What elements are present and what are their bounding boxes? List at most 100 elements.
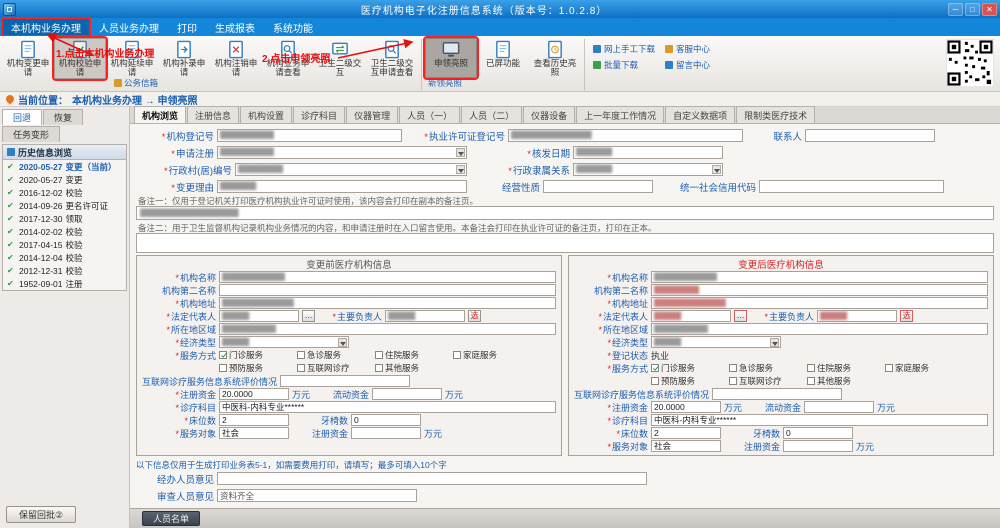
tab-custom-data[interactable]: 自定义数据项 (665, 106, 735, 123)
after-legal-input[interactable]: ██████ (651, 310, 731, 322)
tab-restricted-tech[interactable]: 限制类医疗技术 (736, 106, 815, 123)
checkbox-prevention[interactable]: 预防服务 (219, 362, 295, 374)
checkbox-internet[interactable]: 互联网诊疗 (729, 375, 805, 387)
tab-equipment[interactable]: 仪器设备 (523, 106, 575, 123)
after-target-input[interactable]: 社会 (651, 440, 721, 452)
close-button[interactable]: ✕ (982, 3, 997, 16)
checkbox-outpatient[interactable]: 门诊服务 (219, 349, 295, 361)
license-no-input[interactable]: ██████████████████ (508, 129, 743, 142)
history-item[interactable]: ✔2020-05-27变更 (3, 173, 126, 186)
issue-date-input[interactable]: ████████ (573, 146, 723, 159)
before-target-input[interactable]: 社会 (219, 427, 289, 439)
before-subjects-input[interactable]: 中医科-内科专业****** (219, 401, 556, 413)
history-item[interactable]: ✔2014-02-02校验 (3, 225, 126, 238)
note1-textarea[interactable]: ██████████████████████ (136, 206, 994, 220)
sidebar-tab-rollback[interactable]: 回退 (2, 109, 42, 125)
after-econ-select[interactable]: ██████ (651, 336, 781, 348)
checkbox-inpatient[interactable]: 住院服务 (375, 349, 451, 361)
before-name-input[interactable]: ██████████████ (219, 271, 556, 283)
chevron-down-icon[interactable] (456, 165, 465, 174)
menu-item-print[interactable]: 打印 (168, 18, 206, 36)
menu-item-system[interactable]: 系统功能 (264, 18, 322, 36)
checkbox-other[interactable]: 其他服务 (807, 375, 883, 387)
message-center-button[interactable]: 留言中心 (665, 59, 710, 71)
official-mailbox-link[interactable]: 公务信箱 (114, 77, 158, 89)
chevron-down-icon[interactable] (456, 148, 465, 157)
minimize-button[interactable]: ─ (948, 3, 963, 16)
menu-item-institution-business[interactable]: 本机构业务办理 (2, 18, 90, 36)
note2-textarea[interactable] (136, 233, 994, 253)
history-item[interactable]: ✔2016-12-02校验 (3, 186, 126, 199)
history-item[interactable]: ✔2017-04-15校验 (3, 238, 126, 251)
license-apply-button[interactable]: 申领亮照 (425, 38, 477, 78)
tab-personnel-2[interactable]: 人员（二） (461, 106, 522, 123)
maximize-button[interactable]: □ (965, 3, 980, 16)
chevron-down-icon[interactable] (770, 338, 779, 347)
tab-clinical-subjects[interactable]: 诊疗科目 (293, 106, 345, 123)
batch-download-button[interactable]: 批量下载 (593, 59, 655, 71)
before-econ-select[interactable]: ██████ (219, 336, 349, 348)
before-legal-input[interactable]: ██████ (219, 310, 299, 322)
reason-input[interactable]: ████████ (217, 180, 467, 193)
before-second-name-input[interactable] (219, 284, 556, 296)
checkbox-family[interactable]: 家庭服务 (453, 349, 529, 361)
after-beds-input[interactable]: 2 (651, 427, 721, 439)
before-capital-input[interactable]: 20.0000 (219, 388, 289, 400)
new-license-link[interactable]: 新领亮照 (428, 77, 462, 89)
before-capital2-input[interactable] (351, 427, 421, 439)
tab-institution-view[interactable]: 机构浏览 (134, 106, 186, 123)
before-liquid-input[interactable] (372, 388, 442, 400)
before-principal-input[interactable]: ██████ (385, 310, 465, 322)
tab-instrument-mgmt[interactable]: 仪器管理 (346, 106, 398, 123)
before-beds-input[interactable]: 2 (219, 414, 289, 426)
checkbox-emergency[interactable]: 急诊服务 (729, 362, 805, 374)
checkbox-internet[interactable]: 互联网诊疗 (297, 362, 373, 374)
customer-service-button[interactable]: 客服中心 (665, 43, 710, 55)
history-item[interactable]: ✔1952-09-01注册 (3, 277, 126, 290)
checkbox-prevention[interactable]: 预防服务 (651, 375, 727, 387)
after-internet-input[interactable] (712, 388, 842, 400)
menu-item-personnel-business[interactable]: 人员业务办理 (90, 18, 168, 36)
menu-item-generate-report[interactable]: 生成报表 (206, 18, 264, 36)
after-address-input[interactable]: ████████████████ (651, 297, 988, 309)
chevron-down-icon[interactable] (338, 338, 347, 347)
after-subjects-input[interactable]: 中医科-内科专业****** (651, 414, 988, 426)
after-chairs-input[interactable]: 0 (783, 427, 853, 439)
reg-no-input[interactable]: ████████████ (217, 129, 402, 142)
history-item[interactable]: ✔2014-09-26更名许可证 (3, 199, 126, 212)
before-address-input[interactable]: ████████████████ (219, 297, 556, 309)
credit-code-input[interactable] (759, 180, 944, 193)
tab-institution-setup[interactable]: 机构设置 (240, 106, 292, 123)
tab-registration-info[interactable]: 注册信息 (187, 106, 239, 123)
after-principal-input[interactable]: ██████ (817, 310, 897, 322)
institution-cancel-apply-button[interactable]: 机构注销申请 (210, 38, 262, 79)
tab-personnel-1[interactable]: 人员（一） (399, 106, 460, 123)
operator-opinion-input[interactable] (217, 472, 647, 485)
after-liquid-input[interactable] (804, 401, 874, 413)
after-name-input[interactable]: ██████████████ (651, 271, 988, 283)
after-region-input[interactable]: ████████████ (651, 323, 988, 335)
before-region-input[interactable]: ████████████ (219, 323, 556, 335)
reviewer-opinion-input[interactable]: 资料齐全 (217, 489, 417, 502)
chevron-down-icon[interactable] (712, 165, 721, 174)
history-item[interactable]: ✔2014-12-04校验 (3, 251, 126, 264)
before-chairs-input[interactable]: 0 (351, 414, 421, 426)
pick-button[interactable]: 选 (468, 310, 481, 322)
history-license-view-button[interactable]: 查看历史亮照 (529, 38, 581, 79)
sidebar-tab-restore[interactable]: 恢复 (43, 109, 83, 125)
district-select[interactable]: ██████████ (235, 163, 467, 176)
pick-button[interactable]: 选 (900, 310, 913, 322)
contact-input[interactable] (805, 129, 935, 142)
apply-select[interactable]: ████████████ (217, 146, 467, 159)
ellipsis-button[interactable]: … (302, 310, 315, 322)
institution-change-apply-button[interactable]: 机构变更申请 (2, 38, 54, 79)
after-second-name-input[interactable]: ██████████ (651, 284, 988, 296)
sidebar-tab-task[interactable]: 任务变形 (2, 126, 60, 142)
health-level2-exchange-view-button[interactable]: 卫生二级交互申请查看 (366, 38, 418, 79)
checkbox-family[interactable]: 家庭服务 (885, 362, 961, 374)
ellipsis-button[interactable]: … (734, 310, 747, 322)
checkbox-other[interactable]: 其他服务 (375, 362, 451, 374)
affiliation-select[interactable]: ████████ (573, 163, 723, 176)
before-internet-input[interactable] (280, 375, 410, 387)
history-item[interactable]: ✔2020-05-27变更（当前） (3, 160, 126, 173)
